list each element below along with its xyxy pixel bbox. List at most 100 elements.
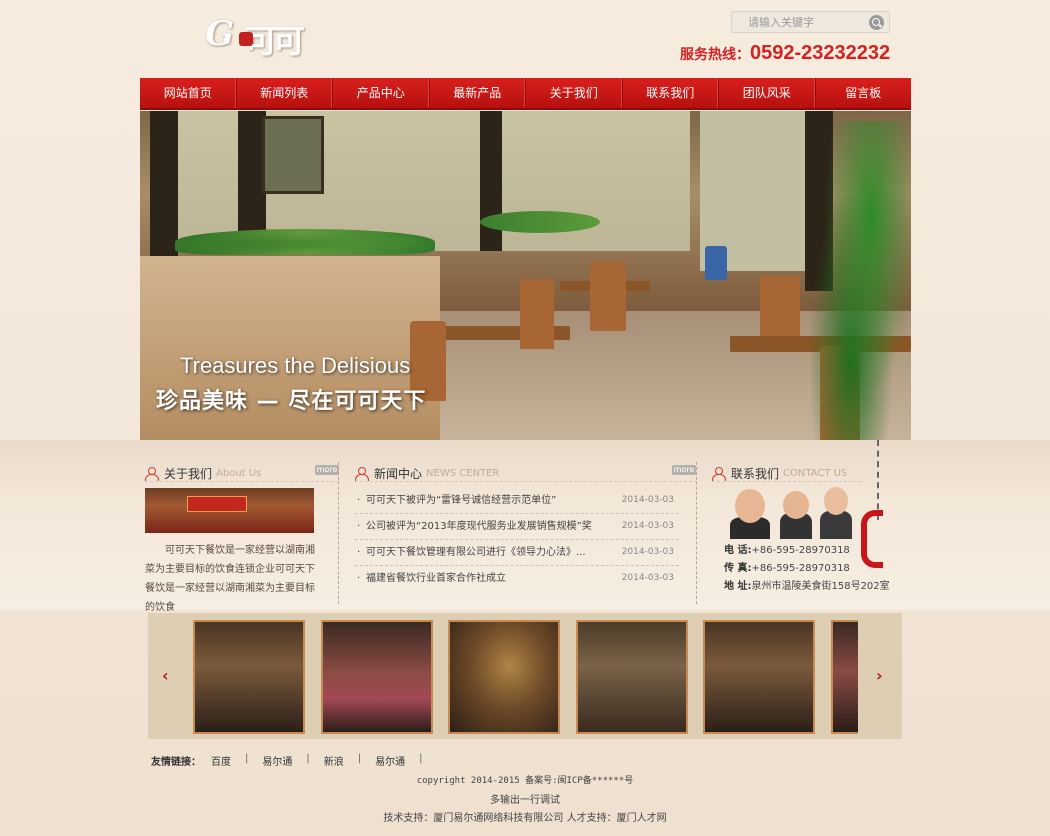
nav-item-news-list[interactable]: 新闻列表 (237, 78, 333, 108)
link-separator: | (306, 753, 310, 764)
thumbnail-image (195, 622, 303, 732)
gallery-next-button[interactable]: › (876, 666, 883, 685)
logo-seal-icon (239, 32, 253, 46)
news-title-en: NEWS CENTER (426, 468, 500, 479)
divider (145, 481, 339, 482)
news-more-button[interactable]: more (672, 465, 696, 475)
main-nav: 网站首页 新闻列表 产品中心 最新产品 关于我们 联系我们 团队风采 留言板 (140, 78, 911, 110)
telephone-cord (877, 440, 880, 520)
gallery-thumbnail[interactable] (321, 620, 433, 734)
contact-fax: 传 真:+86-595-28970318 (724, 559, 850, 574)
user-icon (712, 467, 726, 481)
divider (338, 462, 339, 604)
banner-title-en: Treasures the Delisious (180, 353, 411, 378)
news-item[interactable]: 公司被评为“2013年度现代服务业发展销售规模”奖 2014-03-03 (355, 514, 679, 540)
search-icon[interactable] (869, 15, 884, 30)
gallery-thumbnail[interactable] (576, 620, 688, 734)
thumbnail-image (450, 622, 558, 732)
nav-item-home[interactable]: 网站首页 (140, 78, 237, 108)
logo-chinese: 可可 (245, 22, 305, 60)
thumbnail-image (323, 622, 431, 732)
contact-tel-label: 电 话: (724, 545, 752, 556)
contact-title-en: CONTACT US (783, 468, 848, 479)
gallery-thumbnail[interactable] (703, 620, 815, 734)
nav-item-team[interactable]: 团队风采 (719, 78, 816, 108)
contact-title: 联系我们 (731, 467, 780, 481)
contact-tel-value: +86-595-28970318 (751, 545, 850, 556)
logo-letter: G (205, 14, 235, 54)
nav-item-guestbook[interactable]: 留言板 (816, 78, 912, 108)
gallery-prev-button[interactable]: ‹ (162, 666, 169, 685)
friend-link[interactable]: 易尔通 (262, 753, 292, 768)
banner-plants (175, 229, 435, 255)
staff-figure (820, 511, 852, 539)
thumbnail-image (833, 622, 858, 732)
gallery-track (190, 618, 858, 734)
telephone-handset (861, 510, 883, 568)
news-item-date: 2014-03-03 (621, 573, 674, 583)
site-logo[interactable]: G 可可 (205, 14, 315, 64)
friend-link[interactable]: 新浪 (324, 753, 344, 768)
gallery-thumbnail[interactable] (448, 620, 560, 734)
nav-item-about[interactable]: 关于我们 (526, 78, 623, 108)
news-item-date: 2014-03-03 (621, 495, 674, 505)
friend-link[interactable]: 百度 (211, 753, 231, 768)
about-more-button[interactable]: more (315, 465, 339, 475)
contact-section-title: 联系我们 CONTACT US (712, 465, 847, 482)
link-separator: | (245, 753, 249, 764)
contact-address-label: 地 址: (724, 581, 752, 592)
hero-banner[interactable]: Treasures the Delisious 珍品美味 — 尽在可可天下 (140, 111, 911, 440)
gallery-thumbnail[interactable] (193, 620, 305, 734)
about-title-en: About Us (216, 468, 262, 479)
divider (712, 481, 862, 482)
contact-fax-value: +86-595-28970318 (751, 563, 850, 574)
about-image[interactable] (145, 488, 314, 533)
banner-title-cn: 珍品美味 — 尽在可可天下 (156, 389, 427, 414)
copyright: copyright 2014-2015 备案号:闽ICP备******号 (416, 776, 634, 786)
news-item-title[interactable]: 可可天下被评为“雷锋号诚信经营示范单位” (355, 488, 556, 513)
friend-links-label: 友情链接： (151, 757, 201, 768)
banner-window (262, 116, 324, 194)
news-item-date: 2014-03-03 (621, 547, 674, 557)
search-input[interactable] (732, 12, 862, 32)
about-image-sign (187, 496, 247, 512)
staff-face (735, 489, 765, 523)
nav-item-contact[interactable]: 联系我们 (623, 78, 719, 108)
divider (696, 462, 697, 604)
news-section-title: 新闻中心 NEWS CENTER (355, 465, 499, 482)
hotline: 服务热线：0592-23232232 (680, 42, 890, 65)
about-section-title: 关于我们 About Us (145, 465, 261, 482)
banner-chair (520, 279, 554, 349)
contact-tel: 电 话:+86-595-28970318 (724, 541, 850, 556)
news-item[interactable]: 可可天下餐饮管理有限公司进行《领导力心法》... 2014-03-03 (355, 540, 679, 566)
news-item[interactable]: 福建省餐饮行业首家合作社成立 2014-03-03 (355, 566, 679, 592)
search-box (731, 11, 890, 33)
staff-face (783, 491, 809, 519)
news-item-title[interactable]: 福建省餐饮行业首家合作社成立 (355, 566, 506, 592)
tech-support: 技术支持：厦门易尔通网络科技有限公司 人才支持：厦门人才网 (383, 813, 667, 824)
news-list: 可可天下被评为“雷锋号诚信经营示范单位” 2014-03-03 公司被评为“201… (355, 488, 679, 592)
news-item-date: 2014-03-03 (621, 521, 674, 531)
contact-address: 地 址:泉州市温陵美食街158号202室 (724, 577, 890, 592)
news-item[interactable]: 可可天下被评为“雷锋号诚信经营示范单位” 2014-03-03 (355, 488, 679, 514)
user-icon (355, 467, 369, 481)
friend-link[interactable]: 易尔通 (375, 753, 405, 768)
link-separator: | (419, 753, 423, 764)
friend-links: 友情链接： 百度 | 易尔通 | 新浪 | 易尔通 | (151, 753, 437, 768)
telephone-icon (855, 440, 895, 570)
gallery-thumbnail[interactable] (831, 620, 858, 734)
nav-item-new-products[interactable]: 最新产品 (430, 78, 526, 108)
user-icon (145, 467, 159, 481)
contact-address-value: 泉州市温陵美食街158号202室 (751, 581, 890, 592)
hotline-number: 0592-23232232 (750, 42, 891, 64)
contact-fax-label: 传 真: (724, 563, 752, 574)
news-title: 新闻中心 (374, 467, 423, 481)
news-item-title[interactable]: 可可天下餐饮管理有限公司进行《领导力心法》... (355, 540, 586, 565)
customer-service-image (725, 487, 855, 539)
hotline-label: 服务热线： (680, 46, 750, 62)
banner-flower-pot (705, 246, 727, 280)
divider (355, 481, 697, 482)
nav-item-products[interactable]: 产品中心 (333, 78, 430, 108)
banner-chair (760, 276, 800, 336)
news-item-title[interactable]: 公司被评为“2013年度现代服务业发展销售规模”奖 (355, 514, 592, 539)
